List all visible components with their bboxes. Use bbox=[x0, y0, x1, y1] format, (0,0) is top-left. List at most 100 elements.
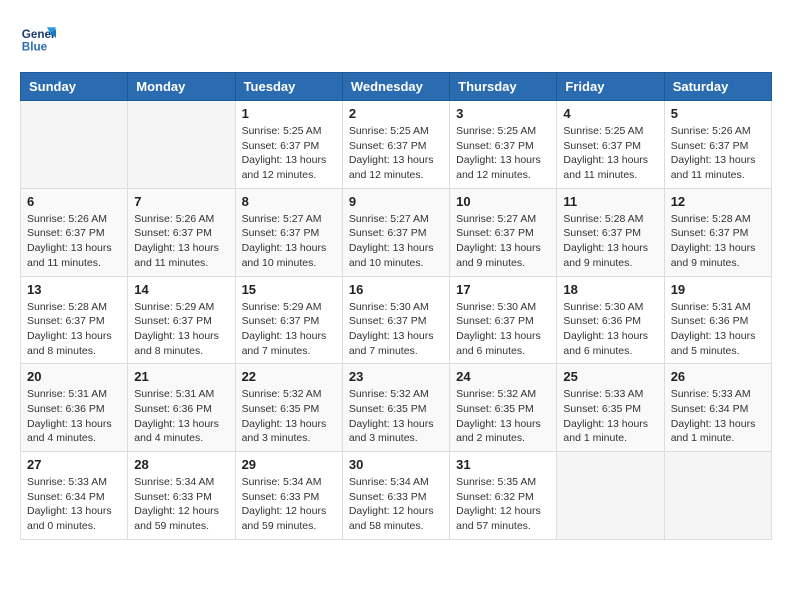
svg-text:Blue: Blue bbox=[22, 41, 48, 54]
day-detail: Sunrise: 5:28 AMSunset: 6:37 PMDaylight:… bbox=[563, 212, 657, 271]
day-detail: Sunrise: 5:26 AMSunset: 6:37 PMDaylight:… bbox=[671, 124, 765, 183]
day-number: 31 bbox=[456, 457, 550, 472]
day-cell: 26 Sunrise: 5:33 AMSunset: 6:34 PMDayligh… bbox=[664, 364, 771, 452]
day-detail: Sunrise: 5:27 AMSunset: 6:37 PMDaylight:… bbox=[242, 212, 336, 271]
day-cell: 1 Sunrise: 5:25 AMSunset: 6:37 PMDaylight… bbox=[235, 101, 342, 189]
day-cell: 14 Sunrise: 5:29 AMSunset: 6:37 PMDayligh… bbox=[128, 276, 235, 364]
day-cell: 20 Sunrise: 5:31 AMSunset: 6:36 PMDayligh… bbox=[21, 364, 128, 452]
day-detail: Sunrise: 5:34 AMSunset: 6:33 PMDaylight:… bbox=[242, 475, 336, 534]
day-number: 17 bbox=[456, 282, 550, 297]
week-row-4: 20 Sunrise: 5:31 AMSunset: 6:36 PMDayligh… bbox=[21, 364, 772, 452]
day-cell: 23 Sunrise: 5:32 AMSunset: 6:35 PMDayligh… bbox=[342, 364, 449, 452]
day-cell: 25Sunrise: 5:33 AMSunset: 6:35 PMDayligh… bbox=[557, 364, 664, 452]
day-cell: 28 Sunrise: 5:34 AMSunset: 6:33 PMDayligh… bbox=[128, 452, 235, 540]
day-cell: 11Sunrise: 5:28 AMSunset: 6:37 PMDayligh… bbox=[557, 188, 664, 276]
day-cell: 24Sunrise: 5:32 AMSunset: 6:35 PMDayligh… bbox=[450, 364, 557, 452]
day-number: 1 bbox=[242, 106, 336, 121]
col-header-saturday: Saturday bbox=[664, 73, 771, 101]
day-detail: Sunrise: 5:26 AMSunset: 6:37 PMDaylight:… bbox=[27, 212, 121, 271]
day-cell: 22 Sunrise: 5:32 AMSunset: 6:35 PMDayligh… bbox=[235, 364, 342, 452]
logo: General Blue bbox=[20, 20, 62, 56]
day-number: 28 bbox=[134, 457, 228, 472]
day-detail: Sunrise: 5:29 AMSunset: 6:37 PMDaylight:… bbox=[134, 300, 228, 359]
day-detail: Sunrise: 5:31 AMSunset: 6:36 PMDaylight:… bbox=[134, 387, 228, 446]
day-number: 23 bbox=[349, 369, 443, 384]
day-detail: Sunrise: 5:25 AMSunset: 6:37 PMDaylight:… bbox=[456, 124, 550, 183]
day-detail: Sunrise: 5:31 AMSunset: 6:36 PMDaylight:… bbox=[671, 300, 765, 359]
day-number: 26 bbox=[671, 369, 765, 384]
day-cell: 10 Sunrise: 5:27 AMSunset: 6:37 PMDayligh… bbox=[450, 188, 557, 276]
day-cell: 3Sunrise: 5:25 AMSunset: 6:37 PMDaylight… bbox=[450, 101, 557, 189]
day-cell: 18 Sunrise: 5:30 AMSunset: 6:36 PMDayligh… bbox=[557, 276, 664, 364]
day-number: 27 bbox=[27, 457, 121, 472]
day-detail: Sunrise: 5:25 AMSunset: 6:37 PMDaylight:… bbox=[563, 124, 657, 183]
day-cell bbox=[128, 101, 235, 189]
day-detail: Sunrise: 5:25 AMSunset: 6:37 PMDaylight:… bbox=[349, 124, 443, 183]
day-cell bbox=[21, 101, 128, 189]
day-number: 29 bbox=[242, 457, 336, 472]
day-cell: 4Sunrise: 5:25 AMSunset: 6:37 PMDaylight… bbox=[557, 101, 664, 189]
day-number: 25 bbox=[563, 369, 657, 384]
day-detail: Sunrise: 5:28 AMSunset: 6:37 PMDaylight:… bbox=[671, 212, 765, 271]
logo-icon: General Blue bbox=[20, 20, 56, 56]
day-number: 14 bbox=[134, 282, 228, 297]
day-detail: Sunrise: 5:30 AMSunset: 6:36 PMDaylight:… bbox=[563, 300, 657, 359]
day-detail: Sunrise: 5:35 AMSunset: 6:32 PMDaylight:… bbox=[456, 475, 550, 534]
day-detail: Sunrise: 5:32 AMSunset: 6:35 PMDaylight:… bbox=[349, 387, 443, 446]
day-cell: 9 Sunrise: 5:27 AMSunset: 6:37 PMDaylight… bbox=[342, 188, 449, 276]
day-number: 8 bbox=[242, 194, 336, 209]
day-number: 5 bbox=[671, 106, 765, 121]
day-cell: 5 Sunrise: 5:26 AMSunset: 6:37 PMDaylight… bbox=[664, 101, 771, 189]
day-cell: 31 Sunrise: 5:35 AMSunset: 6:32 PMDayligh… bbox=[450, 452, 557, 540]
week-row-3: 13 Sunrise: 5:28 AMSunset: 6:37 PMDayligh… bbox=[21, 276, 772, 364]
day-detail: Sunrise: 5:30 AMSunset: 6:37 PMDaylight:… bbox=[349, 300, 443, 359]
day-detail: Sunrise: 5:25 AMSunset: 6:37 PMDaylight:… bbox=[242, 124, 336, 183]
day-cell: 30 Sunrise: 5:34 AMSunset: 6:33 PMDayligh… bbox=[342, 452, 449, 540]
day-detail: Sunrise: 5:27 AMSunset: 6:37 PMDaylight:… bbox=[349, 212, 443, 271]
day-cell: 2 Sunrise: 5:25 AMSunset: 6:37 PMDaylight… bbox=[342, 101, 449, 189]
day-detail: Sunrise: 5:34 AMSunset: 6:33 PMDaylight:… bbox=[134, 475, 228, 534]
calendar-header-row: SundayMondayTuesdayWednesdayThursdayFrid… bbox=[21, 73, 772, 101]
day-number: 18 bbox=[563, 282, 657, 297]
day-cell: 13 Sunrise: 5:28 AMSunset: 6:37 PMDayligh… bbox=[21, 276, 128, 364]
day-number: 15 bbox=[242, 282, 336, 297]
day-number: 9 bbox=[349, 194, 443, 209]
day-cell bbox=[557, 452, 664, 540]
calendar-table: SundayMondayTuesdayWednesdayThursdayFrid… bbox=[20, 72, 772, 540]
day-cell: 16Sunrise: 5:30 AMSunset: 6:37 PMDayligh… bbox=[342, 276, 449, 364]
day-detail: Sunrise: 5:34 AMSunset: 6:33 PMDaylight:… bbox=[349, 475, 443, 534]
day-cell: 21 Sunrise: 5:31 AMSunset: 6:36 PMDayligh… bbox=[128, 364, 235, 452]
col-header-thursday: Thursday bbox=[450, 73, 557, 101]
day-cell: 12 Sunrise: 5:28 AMSunset: 6:37 PMDayligh… bbox=[664, 188, 771, 276]
day-number: 20 bbox=[27, 369, 121, 384]
day-detail: Sunrise: 5:31 AMSunset: 6:36 PMDaylight:… bbox=[27, 387, 121, 446]
day-number: 22 bbox=[242, 369, 336, 384]
day-cell: 15 Sunrise: 5:29 AMSunset: 6:37 PMDayligh… bbox=[235, 276, 342, 364]
day-number: 24 bbox=[456, 369, 550, 384]
day-number: 12 bbox=[671, 194, 765, 209]
day-detail: Sunrise: 5:26 AMSunset: 6:37 PMDaylight:… bbox=[134, 212, 228, 271]
day-detail: Sunrise: 5:33 AMSunset: 6:34 PMDaylight:… bbox=[671, 387, 765, 446]
day-detail: Sunrise: 5:27 AMSunset: 6:37 PMDaylight:… bbox=[456, 212, 550, 271]
day-cell: 19Sunrise: 5:31 AMSunset: 6:36 PMDayligh… bbox=[664, 276, 771, 364]
day-number: 7 bbox=[134, 194, 228, 209]
page-header: General Blue bbox=[20, 20, 772, 56]
day-detail: Sunrise: 5:29 AMSunset: 6:37 PMDaylight:… bbox=[242, 300, 336, 359]
week-row-1: 1 Sunrise: 5:25 AMSunset: 6:37 PMDaylight… bbox=[21, 101, 772, 189]
day-cell bbox=[664, 452, 771, 540]
week-row-5: 27Sunrise: 5:33 AMSunset: 6:34 PMDayligh… bbox=[21, 452, 772, 540]
week-row-2: 6Sunrise: 5:26 AMSunset: 6:37 PMDaylight… bbox=[21, 188, 772, 276]
day-detail: Sunrise: 5:28 AMSunset: 6:37 PMDaylight:… bbox=[27, 300, 121, 359]
day-cell: 17Sunrise: 5:30 AMSunset: 6:37 PMDayligh… bbox=[450, 276, 557, 364]
col-header-sunday: Sunday bbox=[21, 73, 128, 101]
col-header-tuesday: Tuesday bbox=[235, 73, 342, 101]
day-cell: 7 Sunrise: 5:26 AMSunset: 6:37 PMDaylight… bbox=[128, 188, 235, 276]
day-number: 2 bbox=[349, 106, 443, 121]
day-cell: 29 Sunrise: 5:34 AMSunset: 6:33 PMDayligh… bbox=[235, 452, 342, 540]
day-number: 30 bbox=[349, 457, 443, 472]
day-cell: 27Sunrise: 5:33 AMSunset: 6:34 PMDayligh… bbox=[21, 452, 128, 540]
day-number: 13 bbox=[27, 282, 121, 297]
day-number: 21 bbox=[134, 369, 228, 384]
day-detail: Sunrise: 5:32 AMSunset: 6:35 PMDaylight:… bbox=[242, 387, 336, 446]
day-number: 10 bbox=[456, 194, 550, 209]
